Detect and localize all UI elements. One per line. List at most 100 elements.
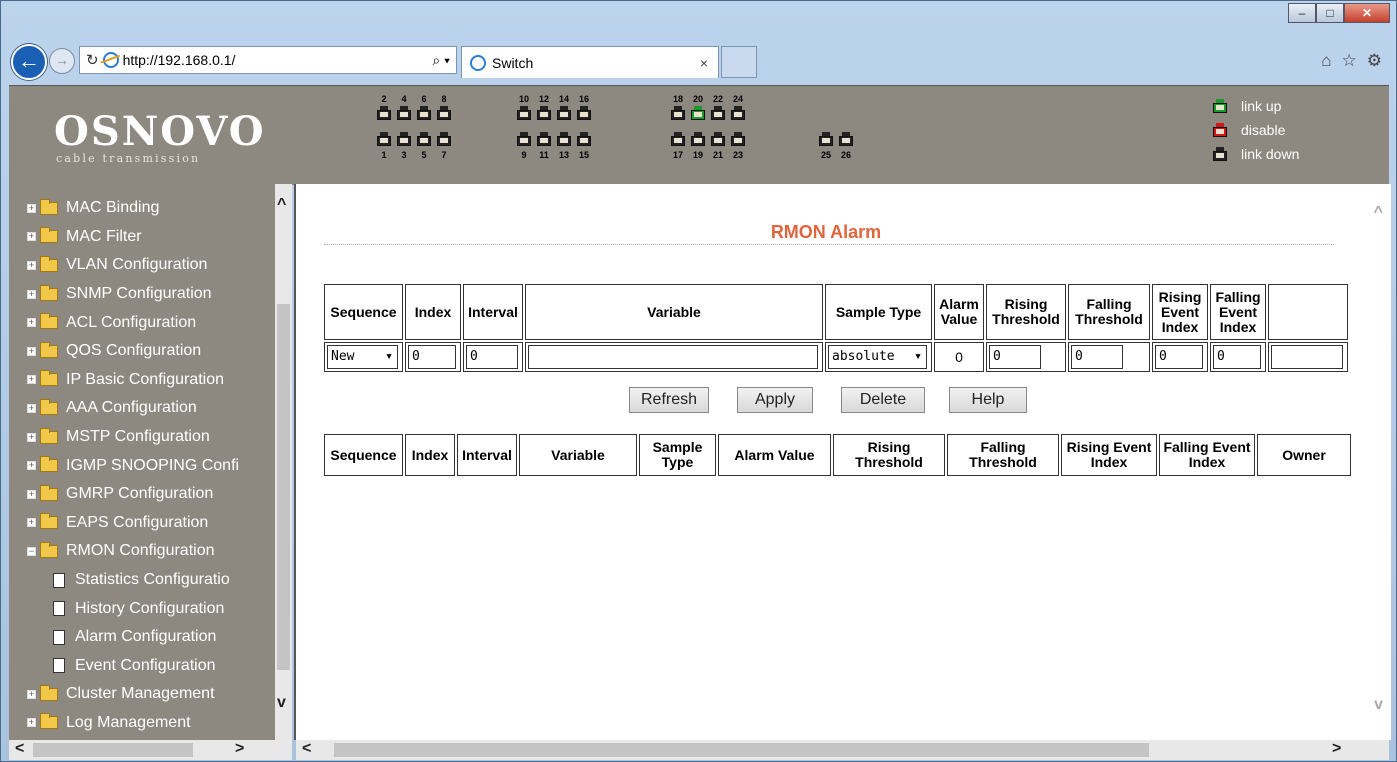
port-14-icon[interactable] xyxy=(557,106,571,120)
port-24-icon[interactable] xyxy=(731,106,745,120)
expand-icon[interactable]: + xyxy=(27,489,36,499)
expand-icon[interactable]: + xyxy=(27,260,36,270)
sidebar-item[interactable]: + ACL Configuration xyxy=(27,308,239,337)
chevron-left-icon[interactable]: < xyxy=(302,740,311,758)
port-19-icon[interactable] xyxy=(691,132,705,146)
main-scroll-up-icon[interactable]: ^ xyxy=(1374,204,1383,222)
port-8-icon[interactable] xyxy=(437,106,451,120)
settings-gear-icon[interactable]: ⚙ xyxy=(1367,51,1382,71)
port-10-icon[interactable] xyxy=(517,106,531,120)
falling-threshold-input[interactable]: 0 xyxy=(1071,345,1123,369)
sidebar-vertical-scrollbar[interactable]: ^ v xyxy=(275,184,292,740)
expand-icon[interactable]: + xyxy=(27,232,36,242)
close-window-button[interactable]: ✕ xyxy=(1344,3,1390,23)
chevron-left-icon[interactable]: < xyxy=(15,740,24,758)
port-26-icon[interactable] xyxy=(839,132,853,146)
main-horizontal-scrollbar[interactable]: < > xyxy=(296,740,1389,760)
port-9-icon[interactable] xyxy=(517,132,531,146)
port-12-icon[interactable] xyxy=(537,106,551,120)
sidebar-scroll-thumb[interactable] xyxy=(277,304,290,670)
index-input[interactable]: 0 xyxy=(408,345,456,369)
expand-icon[interactable]: + xyxy=(27,318,36,328)
sidebar-item[interactable]: Event Configuration xyxy=(27,652,239,681)
forward-button[interactable]: → xyxy=(49,48,75,74)
port-16-icon[interactable] xyxy=(577,106,591,120)
home-icon[interactable]: ⌂ xyxy=(1321,51,1331,71)
expand-icon[interactable]: + xyxy=(27,432,36,442)
port-6-icon[interactable] xyxy=(417,106,431,120)
chevron-up-icon[interactable]: ^ xyxy=(277,196,286,214)
chevron-down-icon[interactable]: v xyxy=(277,694,286,712)
sidebar-item[interactable]: History Configuration xyxy=(27,594,239,623)
sidebar-item[interactable]: + IP Basic Configuration xyxy=(27,366,239,395)
port-22-icon[interactable] xyxy=(711,106,725,120)
refresh-button[interactable]: Refresh xyxy=(629,387,709,413)
expand-icon[interactable]: + xyxy=(27,289,36,299)
port-18-icon[interactable] xyxy=(671,106,685,120)
address-bar[interactable]: ↻ http://192.168.0.1/ ⌕ ▾ xyxy=(79,46,457,74)
sample-type-select[interactable]: absolute ▾ xyxy=(828,345,927,369)
sidebar-horizontal-scrollbar[interactable]: < > xyxy=(9,740,292,760)
chevron-right-icon[interactable]: > xyxy=(1332,740,1341,758)
expand-icon[interactable]: + xyxy=(27,518,36,528)
chevron-right-icon[interactable]: > xyxy=(235,740,244,758)
refresh-icon[interactable]: ↻ xyxy=(86,51,99,69)
sidebar-item[interactable]: + Cluster Management xyxy=(27,680,239,709)
sidebar-item[interactable]: + MAC Binding xyxy=(27,194,239,223)
expand-icon[interactable]: + xyxy=(27,375,36,385)
owner-input[interactable] xyxy=(1271,345,1343,369)
sidebar-hscroll-thumb[interactable] xyxy=(33,743,193,757)
maximize-button[interactable]: □ xyxy=(1316,3,1344,23)
port-2-icon[interactable] xyxy=(377,106,391,120)
expand-icon[interactable]: + xyxy=(27,203,36,213)
sidebar-item[interactable]: + EAPS Configuration xyxy=(27,509,239,538)
port-11-icon[interactable] xyxy=(537,132,551,146)
sidebar-item[interactable]: + MAC Filter xyxy=(27,223,239,252)
minimize-button[interactable]: – xyxy=(1288,3,1316,23)
port-7-icon[interactable] xyxy=(437,132,451,146)
sidebar-item[interactable]: Statistics Configuratio xyxy=(27,566,239,595)
port-25-icon[interactable] xyxy=(819,132,833,146)
rising-event-index-input[interactable]: 0 xyxy=(1155,345,1203,369)
help-button[interactable]: Help xyxy=(949,387,1027,413)
expand-icon[interactable]: + xyxy=(27,718,36,728)
port-4-icon[interactable] xyxy=(397,106,411,120)
expand-icon[interactable]: + xyxy=(27,689,36,699)
rising-threshold-input[interactable]: 0 xyxy=(989,345,1041,369)
sequence-select[interactable]: New ▾ xyxy=(327,345,398,369)
port-21-icon[interactable] xyxy=(711,132,725,146)
sidebar-item[interactable]: − RMON Configuration xyxy=(27,537,239,566)
tab-switch[interactable]: Switch × xyxy=(461,46,719,78)
port-3-icon[interactable] xyxy=(397,132,411,146)
port-1-icon[interactable] xyxy=(377,132,391,146)
sidebar-item[interactable]: + QOS Configuration xyxy=(27,337,239,366)
sidebar-item[interactable]: + Log Management xyxy=(27,709,239,738)
delete-button[interactable]: Delete xyxy=(841,387,925,413)
port-15-icon[interactable] xyxy=(577,132,591,146)
port-23-icon[interactable] xyxy=(731,132,745,146)
sidebar-item[interactable]: + VLAN Configuration xyxy=(27,251,239,280)
sidebar-item[interactable]: + MSTP Configuration xyxy=(27,423,239,452)
expand-icon[interactable]: + xyxy=(27,346,36,356)
main-hscroll-thumb[interactable] xyxy=(334,743,1149,757)
port-5-icon[interactable] xyxy=(417,132,431,146)
port-13-icon[interactable] xyxy=(557,132,571,146)
favorites-star-icon[interactable]: ☆ xyxy=(1342,51,1357,71)
main-scroll-down-icon[interactable]: v xyxy=(1374,696,1383,714)
sidebar-item[interactable]: + GMRP Configuration xyxy=(27,480,239,509)
sidebar-item[interactable]: + IGMP SNOOPING Confi xyxy=(27,451,239,480)
sidebar-item[interactable]: + AAA Configuration xyxy=(27,394,239,423)
falling-event-index-input[interactable]: 0 xyxy=(1213,345,1261,369)
sidebar-item[interactable]: Alarm Configuration xyxy=(27,623,239,652)
port-17-icon[interactable] xyxy=(671,132,685,146)
sidebar-item[interactable]: + SNMP Configuration xyxy=(27,280,239,309)
url-text[interactable]: http://192.168.0.1/ xyxy=(123,52,433,68)
apply-button[interactable]: Apply xyxy=(737,387,813,413)
port-20-icon[interactable] xyxy=(691,106,705,120)
search-icon[interactable]: ⌕ ▾ xyxy=(432,52,450,69)
expand-icon[interactable]: + xyxy=(27,403,36,413)
collapse-icon[interactable]: − xyxy=(27,546,36,556)
back-button[interactable]: ← xyxy=(11,44,47,80)
tab-close-icon[interactable]: × xyxy=(700,55,708,71)
variable-input[interactable] xyxy=(528,345,818,369)
